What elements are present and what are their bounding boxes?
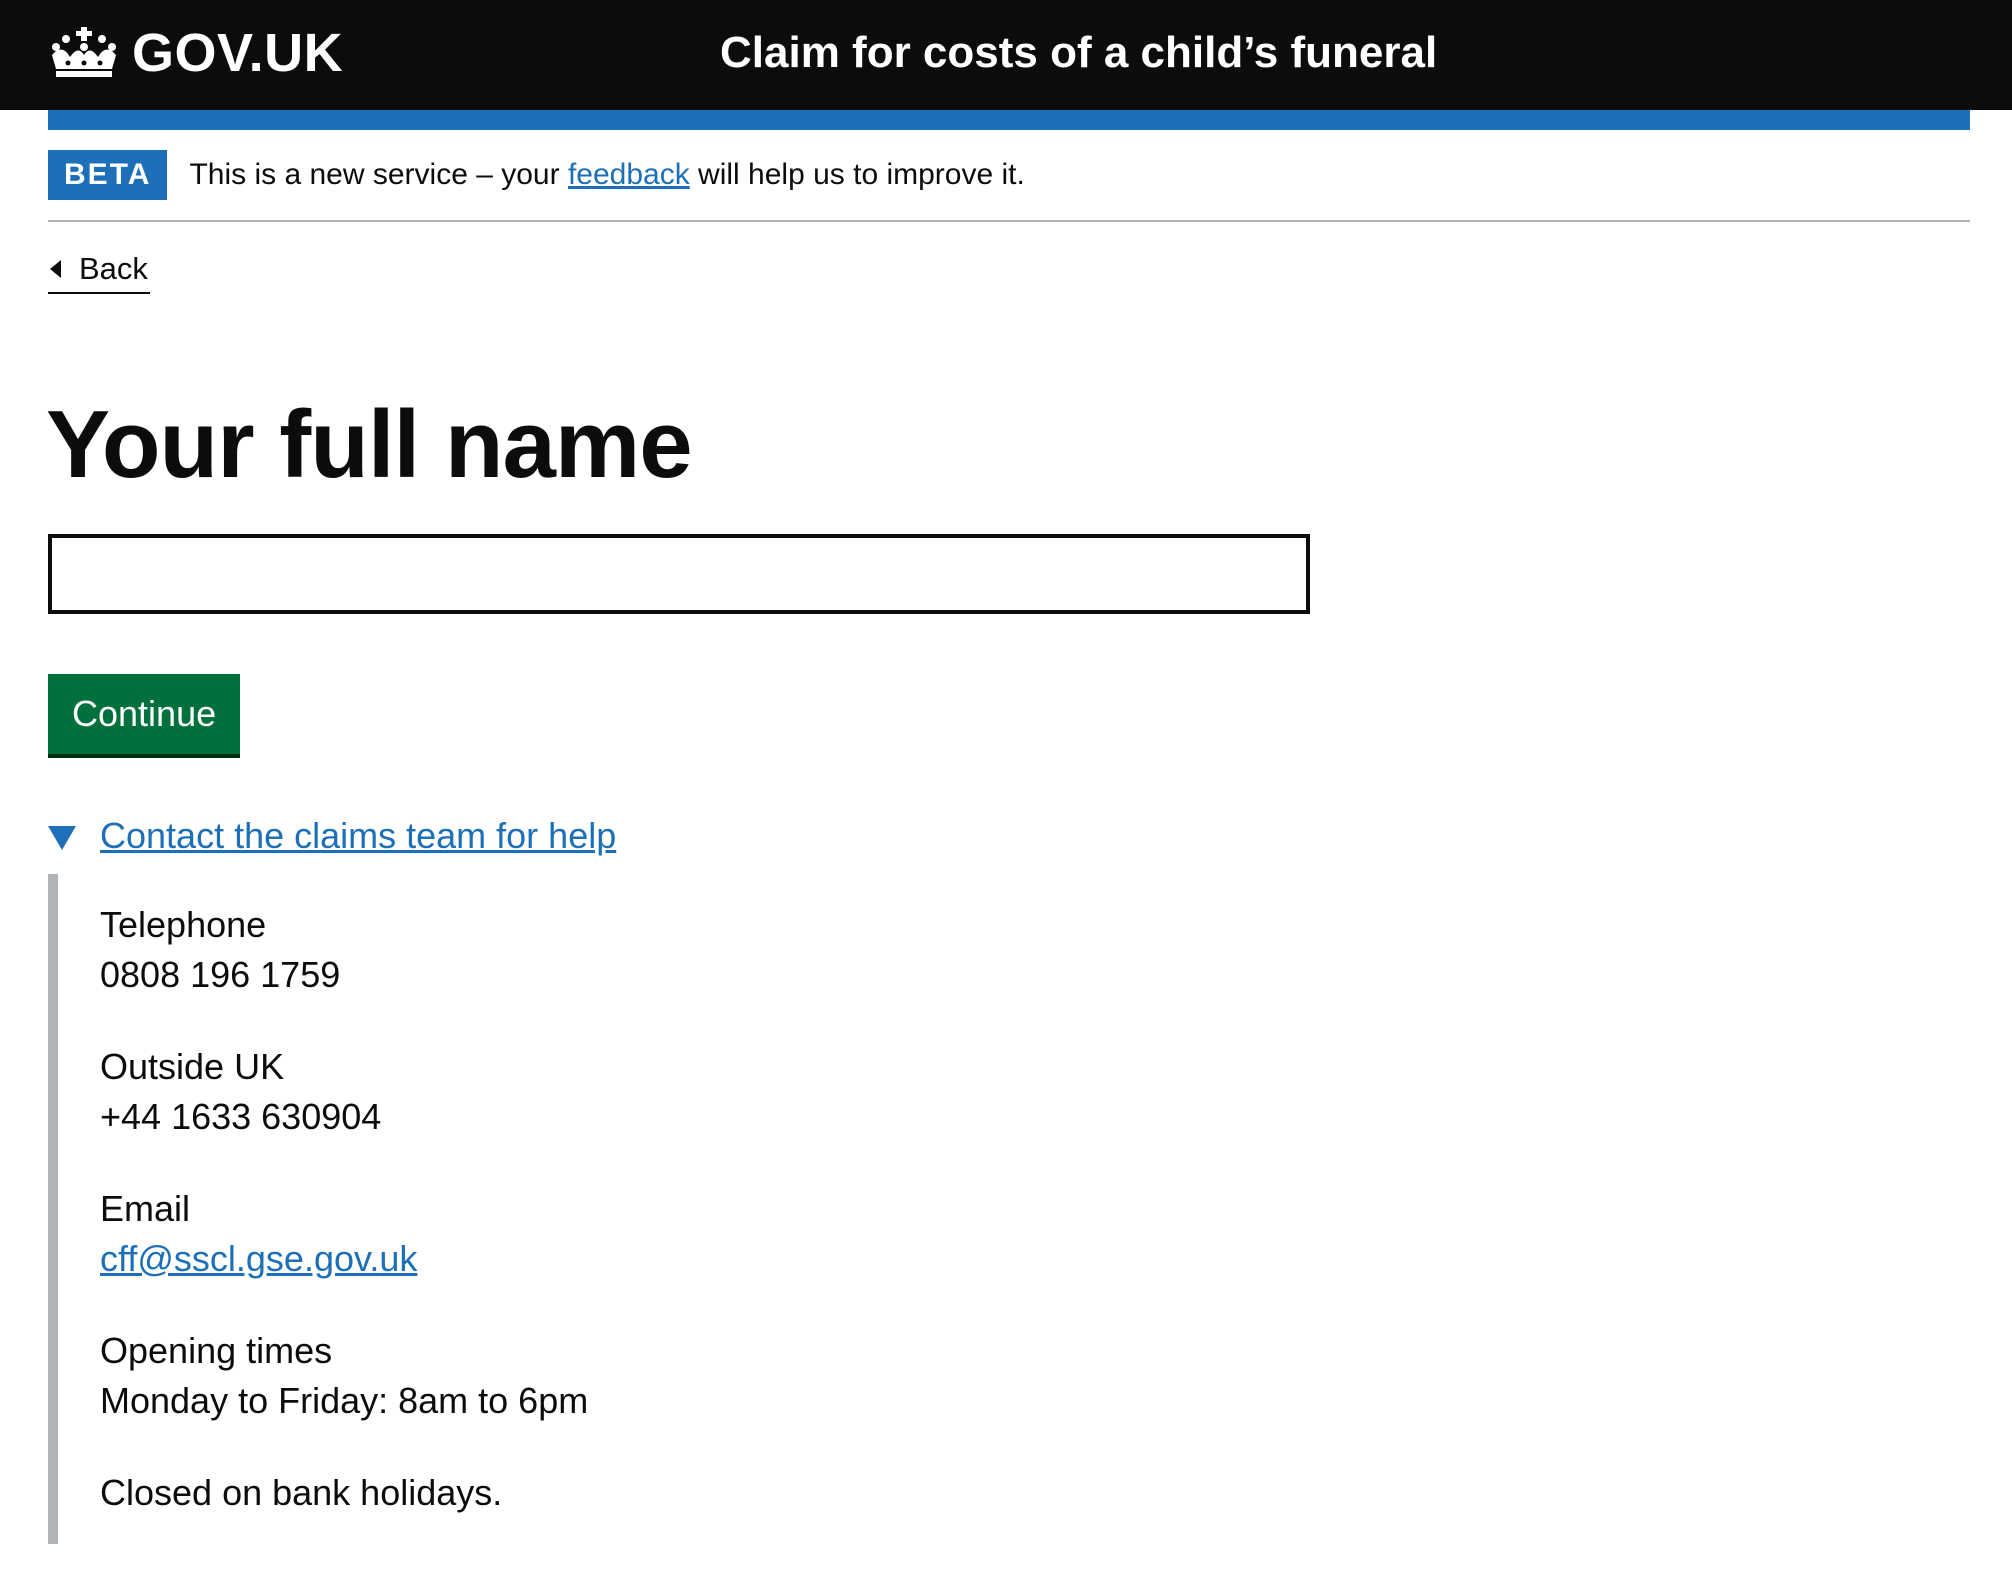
govuk-logo-link[interactable]: GOV.UK [48,20,343,86]
details-summary-text: Contact the claims team for help [100,815,617,856]
details-summary[interactable]: Contact the claims team for help [48,810,616,862]
feedback-link[interactable]: feedback [568,158,690,191]
closed-note: Closed on bank holidays. [100,1472,503,1513]
telephone-value: 0808 196 1759 [100,954,341,995]
outside-uk-value: +44 1633 630904 [100,1096,382,1137]
logo-text: GOV.UK [132,23,344,83]
outside-uk-label: Outside UK [100,1046,285,1087]
crown-icon [52,27,116,77]
phase-banner: BETA This is a new service – your feedba… [48,130,1970,222]
service-name-link[interactable]: Claim for costs of a child’s funeral [720,18,1437,88]
phase-text-after: will help us to improve it. [689,158,1025,191]
continue-button[interactable]: Continue [48,674,241,754]
phase-banner-text: This is a new service – your feedback wi… [189,158,1024,192]
email-label: Email [100,1188,191,1229]
full-name-input[interactable] [48,534,1310,614]
beta-tag: BETA [48,150,168,200]
telephone-block: Telephone 0808 196 1759 [100,900,948,1000]
opening-times-value: Monday to Friday: 8am to 6pm [100,1380,589,1421]
closed-note-block: Closed on bank holidays. [100,1468,948,1518]
phase-text-before: This is a new service – your [189,158,568,191]
outside-uk-block: Outside UK +44 1633 630904 [100,1042,948,1142]
telephone-label: Telephone [100,904,267,945]
site-header: GOV.UK Claim for costs of a child’s fune… [0,0,2012,110]
email-link[interactable]: cff@sscl.gse.gov.uk [100,1234,948,1284]
back-arrow-icon [50,260,61,278]
page-title: Your full name [46,391,693,498]
back-link[interactable]: Back [48,246,150,294]
opening-times-label: Opening times [100,1330,333,1371]
email-block: Email cff@sscl.gse.gov.uk [100,1184,948,1284]
triangle-down-icon [48,826,76,850]
header-blue-bar [48,110,1970,130]
back-link-label: Back [79,251,148,286]
opening-times-block: Opening times Monday to Friday: 8am to 6… [100,1326,948,1426]
details-panel: Telephone 0808 196 1759 Outside UK +44 1… [48,874,948,1544]
